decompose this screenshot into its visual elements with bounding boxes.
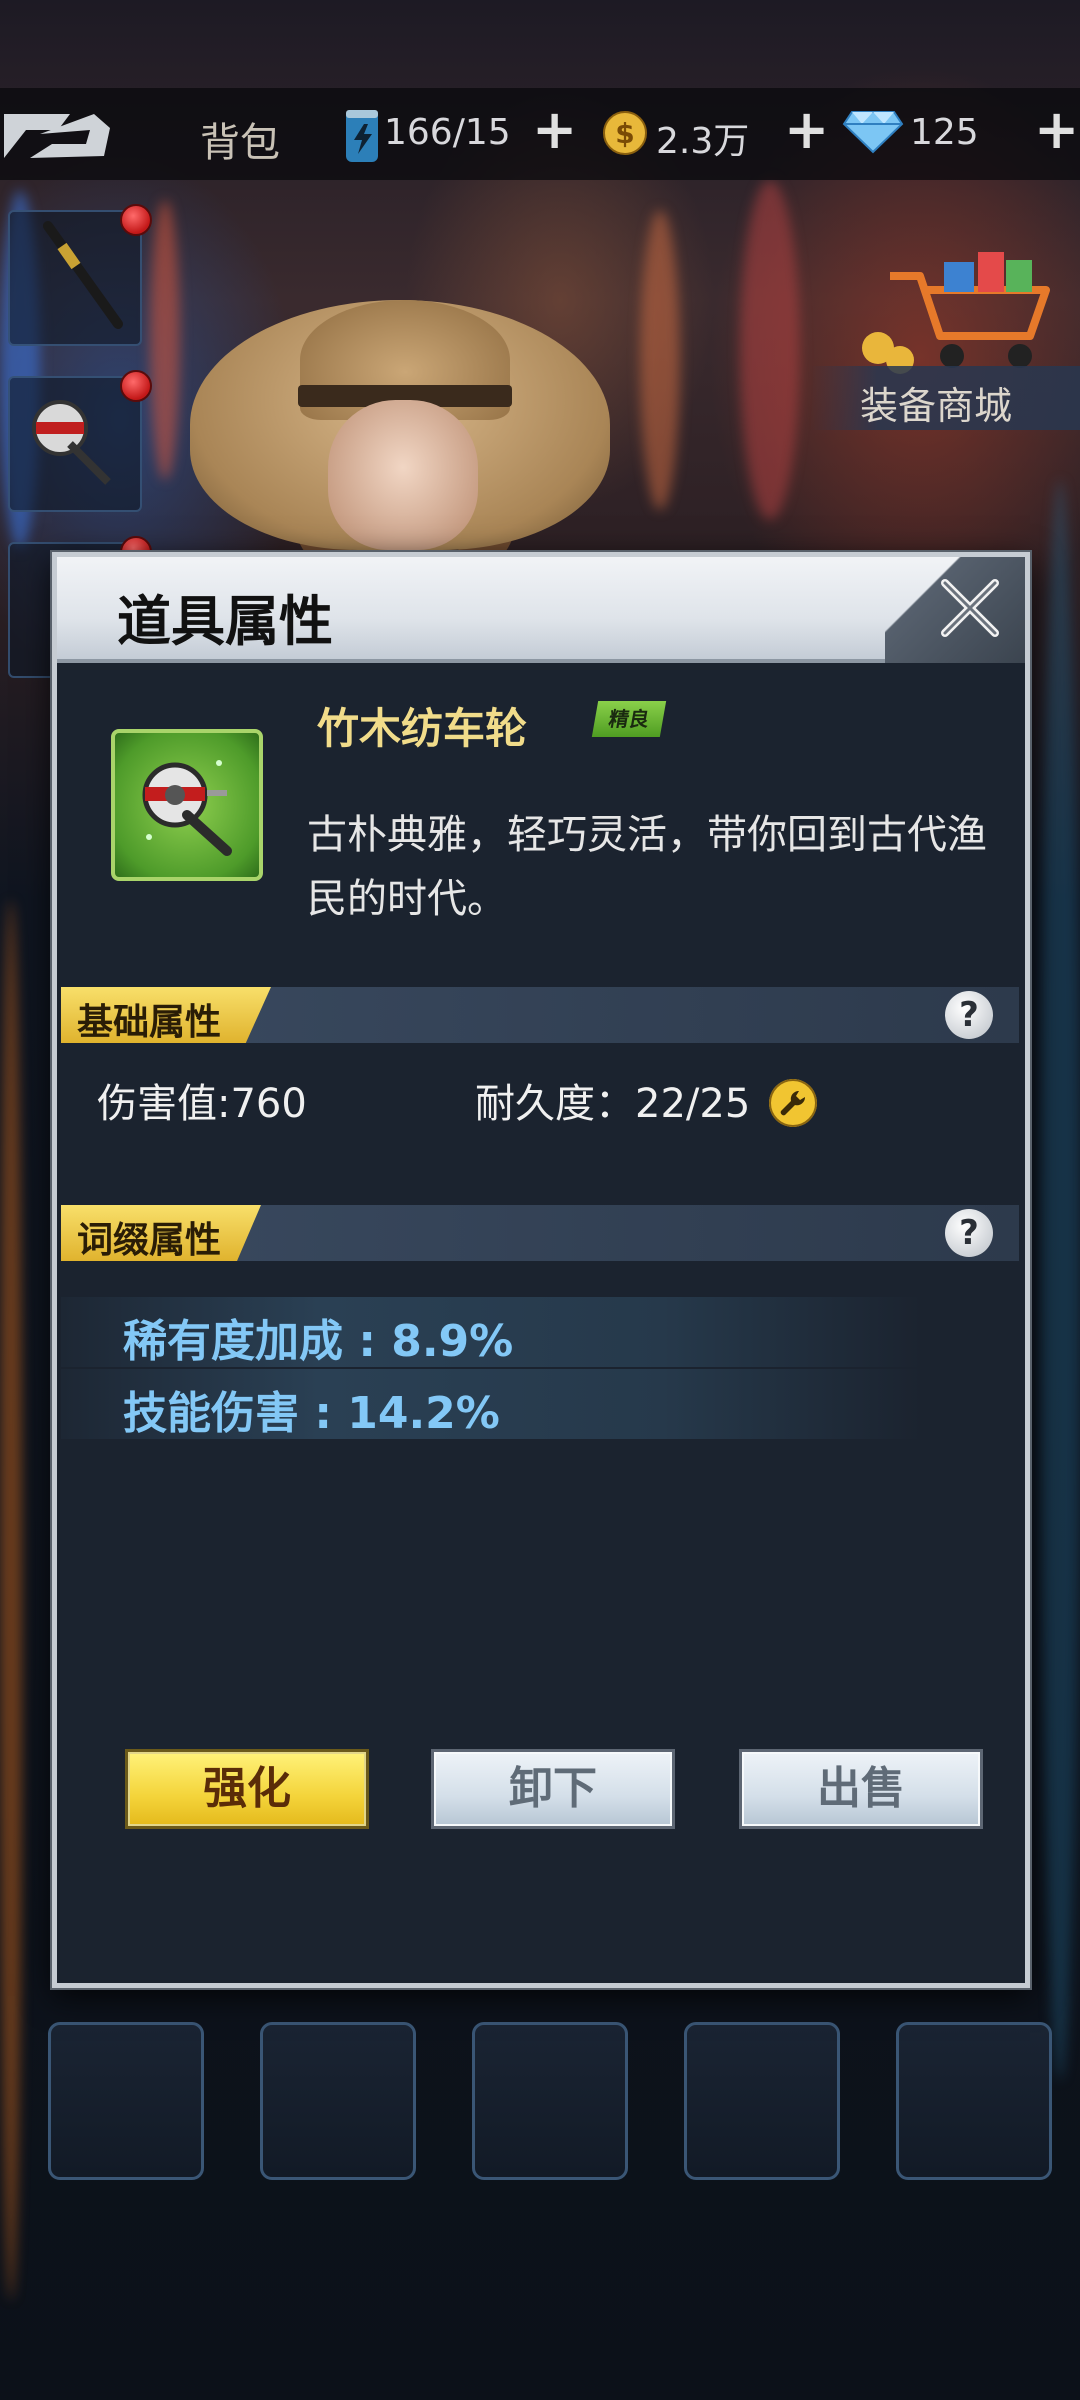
inventory-slot[interactable] (896, 2022, 1052, 2180)
wrench-icon[interactable] (769, 1079, 817, 1127)
item-icon (111, 729, 263, 881)
affix-attributes-header: 词缀属性 ? (61, 1205, 1019, 1261)
basic-attributes-header: 基础属性 ? (61, 987, 1019, 1043)
shopping-cart-icon[interactable] (860, 236, 1060, 376)
inventory-slot[interactable] (684, 2022, 840, 2180)
inventory-slot[interactable] (472, 2022, 628, 2180)
fishing-rod-icon (43, 221, 123, 329)
item-description: 古朴典雅，轻巧灵活，带你回到古代渔民的时代。 (307, 812, 987, 922)
backpack-title: 背包 (200, 120, 280, 166)
game-screen: 背包 166/15 + $ 2.3万 + 125 + 装备商城 道具属性 竹木纺… (0, 0, 1080, 2400)
diamond-value: 125 (910, 112, 979, 153)
energy-can-icon (346, 110, 378, 162)
item-name: 竹木纺车轮 (317, 704, 528, 753)
section-tag: 基础属性 (61, 987, 271, 1043)
section-tag: 词缀属性 (61, 1205, 261, 1261)
equipment-shop-label[interactable]: 装备商城 (860, 375, 1012, 430)
equip-slot-rod[interactable] (8, 210, 142, 346)
affix-rarity-bonus: 稀有度加成 : 8.9% (123, 1316, 514, 1367)
affix-row: 技能伤害 : 14.2% (61, 1369, 921, 1439)
svg-text:$: $ (615, 117, 634, 150)
unequip-button[interactable]: 卸下 (431, 1749, 675, 1829)
sell-button[interactable]: 出售 (739, 1749, 983, 1829)
item-grade-badge: 精良 (591, 701, 667, 737)
basic-attributes-label: 基础属性 (77, 1002, 222, 1043)
inventory-slot[interactable] (260, 2022, 416, 2180)
equip-slot-reel[interactable] (8, 376, 142, 512)
dialog-header: 道具属性 (57, 557, 1025, 663)
coin-value: 2.3万 (656, 121, 750, 162)
coin-icon: $ (603, 111, 647, 155)
dialog-title: 道具属性 (117, 590, 333, 653)
notification-dot (120, 370, 152, 402)
notification-dot (120, 204, 152, 236)
add-energy-button[interactable]: + (532, 98, 577, 161)
damage-stat: 伤害值:760 (97, 1081, 307, 1127)
add-diamond-button[interactable]: + (1034, 98, 1079, 161)
fishing-reel-icon (142, 760, 232, 856)
item-properties-dialog: 道具属性 竹木纺车轮 精良 古朴典雅，轻巧灵活，带你回到古代渔民的时代。 基础属… (52, 552, 1030, 1988)
help-icon[interactable]: ? (945, 1209, 993, 1257)
affix-attributes-label: 词缀属性 (77, 1220, 222, 1261)
character-face (328, 400, 478, 550)
add-coin-button[interactable]: + (784, 98, 829, 161)
fishing-reel-icon (32, 400, 111, 485)
diamond-icon (842, 111, 904, 154)
logo-icon[interactable] (0, 104, 112, 168)
inventory-slot[interactable] (48, 2022, 204, 2180)
affix-row: 稀有度加成 : 8.9% (61, 1297, 921, 1367)
enhance-button[interactable]: 强化 (125, 1749, 369, 1829)
affix-skill-damage: 技能伤害 : 14.2% (123, 1388, 500, 1439)
help-icon[interactable]: ? (945, 991, 993, 1039)
energy-value: 166/15 (384, 112, 511, 153)
durability-stat: 耐久度：22/25 (475, 1081, 751, 1127)
close-icon[interactable] (923, 563, 1015, 655)
